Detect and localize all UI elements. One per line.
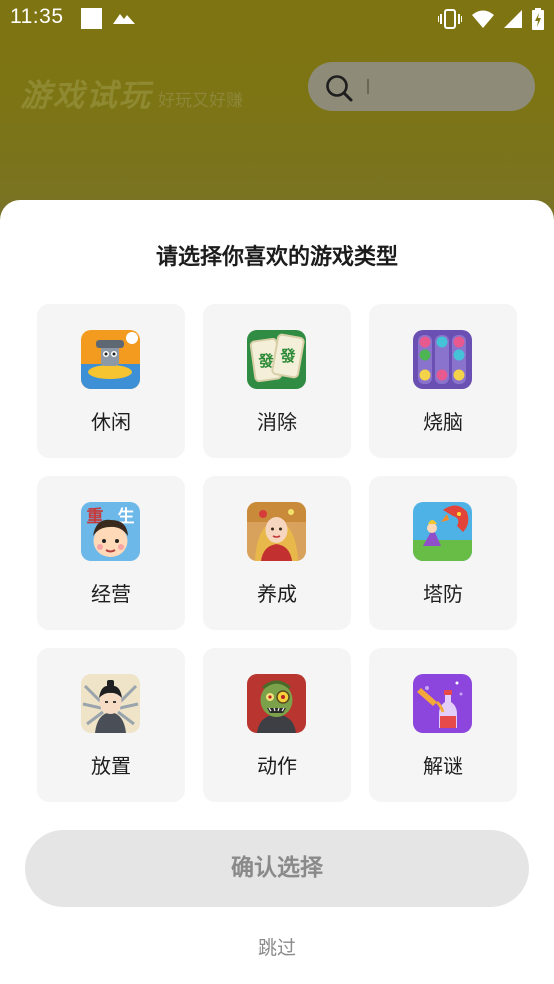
status-icons [438, 8, 544, 30]
category-label: 解谜 [423, 754, 463, 778]
category-label: 烧脑 [423, 410, 463, 434]
notification-square-icon [81, 8, 102, 29]
signal-icon [504, 10, 522, 28]
brand-title: 游戏试玩 [20, 78, 152, 114]
category-card-tower[interactable]: 塔防 [369, 476, 517, 630]
category-label: 放置 [91, 754, 131, 778]
wifi-icon [472, 10, 494, 28]
category-label: 休闲 [91, 410, 131, 434]
category-card-action[interactable]: 动作 [203, 648, 351, 802]
photo-notification-icon [113, 9, 135, 25]
action-game-icon [247, 674, 306, 733]
category-label: 塔防 [423, 582, 463, 606]
search-icon [325, 74, 353, 102]
skip-link[interactable]: 跳过 [0, 933, 554, 960]
category-label: 消除 [257, 410, 297, 434]
status-bar: 11:35 [0, 0, 554, 38]
category-label: 养成 [257, 582, 297, 606]
category-grid: 休闲 發 發 消除 烧脑 重 生 经营 养成 塔防 放置 动作 解谜 [37, 304, 517, 802]
category-card-casual[interactable]: 休闲 [37, 304, 185, 458]
search-cursor [367, 79, 369, 94]
brand-subtitle: 好玩又好赚 [158, 91, 243, 111]
svg-text:發: 發 [257, 352, 274, 370]
sheet-title: 请选择你喜欢的游戏类型 [155, 245, 398, 270]
category-card-idle[interactable]: 放置 [37, 648, 185, 802]
business-game-icon: 重 生 [81, 502, 140, 561]
category-card-match[interactable]: 發 發 消除 [203, 304, 351, 458]
status-time: 11:35 [10, 5, 64, 28]
category-card-business[interactable]: 重 生 经营 [37, 476, 185, 630]
category-card-brain[interactable]: 烧脑 [369, 304, 517, 458]
mahjong-game-icon: 發 發 [247, 330, 306, 389]
battery-charging-icon [532, 8, 544, 30]
vibrate-icon [438, 9, 462, 29]
svg-text:發: 發 [279, 347, 296, 365]
game-type-sheet: 请选择你喜欢的游戏类型 休闲 發 發 消除 烧脑 重 生 经营 养成 塔防 放置… [0, 200, 554, 984]
category-card-raising[interactable]: 养成 [203, 476, 351, 630]
casual-game-icon [81, 330, 140, 389]
tower-defense-icon [413, 502, 472, 561]
screen: 11:35 游戏试玩 好玩又好赚 请选择你喜欢的游戏类型 休闲 發 發 消除 烧… [0, 0, 554, 984]
category-label: 动作 [257, 754, 297, 778]
confirm-button[interactable]: 确认选择 [25, 830, 529, 907]
idle-game-icon [81, 674, 140, 733]
search-input[interactable] [308, 62, 535, 111]
app-header: 游戏试玩 好玩又好赚 [0, 58, 554, 118]
sort-puzzle-icon [413, 330, 472, 389]
raising-game-icon [247, 502, 306, 561]
category-label: 经营 [91, 582, 131, 606]
puzzle-bottle-icon [413, 674, 472, 733]
category-card-puzzle[interactable]: 解谜 [369, 648, 517, 802]
